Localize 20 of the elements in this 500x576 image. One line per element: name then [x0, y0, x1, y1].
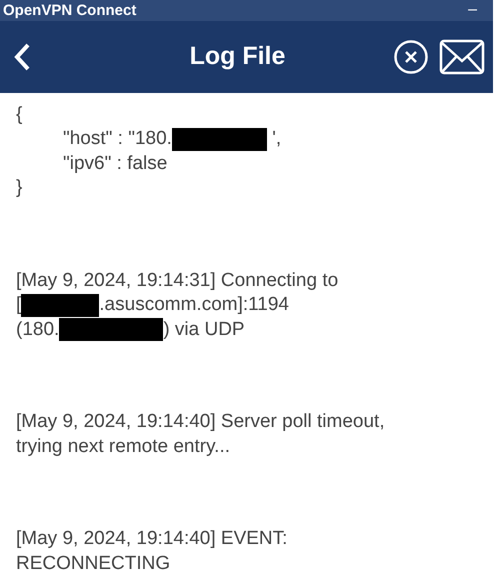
log-text: { [16, 102, 22, 126]
log-text: [ [16, 293, 22, 317]
log-text: [May 9, 2024, 19:14:40] EVENT: [16, 527, 288, 551]
back-icon[interactable] [12, 42, 32, 72]
log-text: .asuscomm.com]:1194 [99, 293, 290, 317]
log-text: } [16, 176, 22, 200]
log-text: ', [271, 127, 282, 151]
log-text: RECONNECTING [16, 552, 170, 576]
log-text: "host" : "180. [63, 127, 172, 151]
header-title: Log File [188, 42, 286, 72]
log-text: "ipv6" : false [63, 152, 168, 176]
log-text: trying next remote entry... [16, 434, 230, 458]
window-title: OpenVPN Connect [3, 2, 136, 19]
log-text: (180. [16, 318, 60, 342]
minimize-button[interactable]: – [460, 1, 485, 20]
clear-icon[interactable] [393, 38, 429, 75]
log-text: [May 9, 2024, 19:14:40] Server poll timeout, [16, 410, 385, 434]
log-text: ) via UDP [163, 318, 245, 342]
envelope-icon[interactable] [439, 38, 485, 75]
log-text: [May 9, 2024, 19:14:31] Connecting to [16, 268, 338, 292]
